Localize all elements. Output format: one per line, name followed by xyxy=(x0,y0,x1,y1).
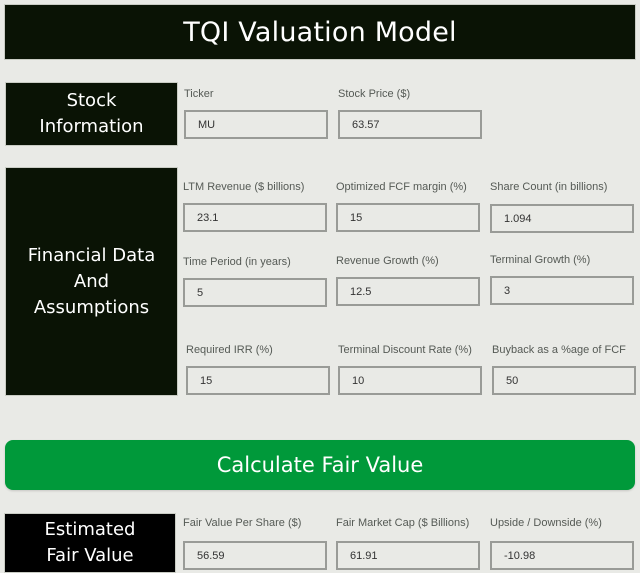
label-line: Information xyxy=(39,116,144,137)
fair-market-cap-label: Fair Market Cap ($ Billions) xyxy=(336,517,470,529)
buyback-label: Buyback as a %age of FCF xyxy=(492,344,626,356)
terminal-growth-input[interactable] xyxy=(490,276,634,305)
label-line: Financial Data xyxy=(27,244,156,266)
label-line: Estimated xyxy=(44,519,136,540)
label-line: Stock xyxy=(66,90,117,111)
ticker-input[interactable] xyxy=(184,110,328,139)
fcf-margin-input[interactable] xyxy=(336,203,480,232)
stock-information-label: Stock Information xyxy=(5,82,178,146)
required-irr-input[interactable] xyxy=(186,366,330,395)
estimated-fair-value-label: Estimated Fair Value xyxy=(4,513,176,573)
revenue-growth-label: Revenue Growth (%) xyxy=(336,255,439,267)
page-title: TQI Valuation Model xyxy=(183,16,457,48)
label-line: And xyxy=(73,270,110,292)
stock-price-label: Stock Price ($) xyxy=(338,88,411,100)
financial-data-label: Financial Data And Assumptions xyxy=(5,167,178,396)
ticker-label: Ticker xyxy=(184,88,214,100)
fair-value-per-share-label: Fair Value Per Share ($) xyxy=(183,517,302,529)
required-irr-label: Required IRR (%) xyxy=(186,344,273,356)
stock-price-input[interactable] xyxy=(338,110,482,139)
ltm-revenue-input[interactable] xyxy=(183,203,327,232)
share-count-input[interactable] xyxy=(490,204,634,233)
time-period-input[interactable] xyxy=(183,278,327,307)
fair-market-cap-output[interactable] xyxy=(336,541,480,570)
ltm-revenue-label: LTM Revenue ($ billions) xyxy=(183,181,305,193)
terminal-discount-label: Terminal Discount Rate (%) xyxy=(338,344,472,356)
fcf-margin-label: Optimized FCF margin (%) xyxy=(336,181,467,193)
title-banner: TQI Valuation Model xyxy=(4,4,636,60)
fair-value-per-share-output[interactable] xyxy=(183,541,327,570)
label-line: Assumptions xyxy=(33,296,150,318)
upside-downside-label: Upside / Downside (%) xyxy=(490,517,602,529)
buyback-input[interactable] xyxy=(492,366,636,395)
terminal-growth-label: Terminal Growth (%) xyxy=(490,254,591,266)
revenue-growth-input[interactable] xyxy=(336,277,480,306)
share-count-label: Share Count (in billions) xyxy=(490,181,608,193)
label-line: Fair Value xyxy=(46,545,134,566)
upside-downside-output[interactable] xyxy=(490,541,634,570)
calculate-fair-value-button[interactable]: Calculate Fair Value xyxy=(5,440,635,490)
time-period-label: Time Period (in years) xyxy=(183,256,291,268)
terminal-discount-input[interactable] xyxy=(338,366,482,395)
